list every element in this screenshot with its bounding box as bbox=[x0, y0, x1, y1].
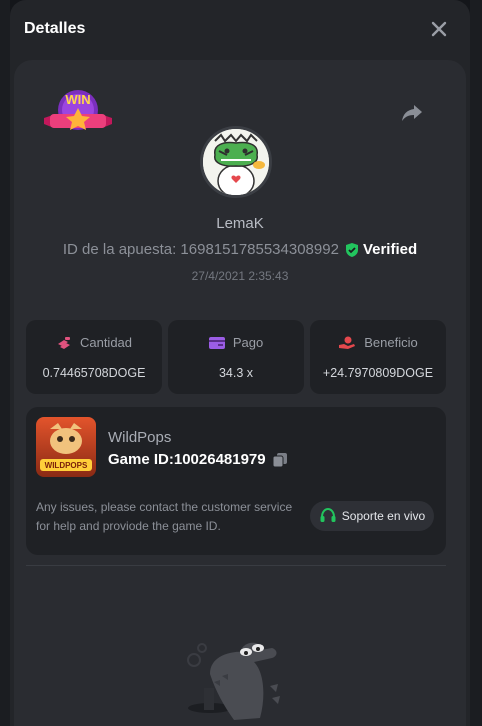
bet-id-row: ID de la apuesta: 1698151785534308992 Ve… bbox=[14, 241, 466, 258]
live-support-button[interactable]: Soporte en vivo bbox=[310, 501, 434, 531]
crocodile-mascot-icon bbox=[187, 642, 280, 720]
share-button[interactable] bbox=[400, 100, 424, 124]
game-id: Game ID:10026481979 bbox=[108, 451, 266, 468]
background-right-strip bbox=[470, 0, 482, 726]
details-modal: Detalles WIN LemaK ID de la apuesta: 169… bbox=[10, 0, 470, 726]
support-help-text: Any issues, please contact the customer … bbox=[36, 500, 293, 533]
game-thumbnail[interactable]: WILDPOPS bbox=[36, 417, 96, 477]
headset-icon bbox=[320, 507, 336, 522]
background-left-strip bbox=[0, 0, 10, 726]
support-label: Soporte en vivo bbox=[341, 509, 426, 523]
share-icon bbox=[402, 105, 422, 121]
wildpops-thumbnail-icon: WILDPOPS bbox=[36, 417, 96, 477]
stat-value: 0.74465708DOGE bbox=[42, 366, 146, 380]
game-id-row: Game ID:10026481979 bbox=[108, 451, 288, 468]
crocodile-avatar-icon bbox=[203, 129, 269, 195]
svg-text:WIN: WIN bbox=[65, 92, 90, 107]
username: LemaK bbox=[216, 215, 264, 232]
shield-check-icon bbox=[345, 242, 358, 257]
bet-details-panel: WIN LemaK ID de la apuesta: 169815178553… bbox=[14, 60, 466, 726]
stat-value: 34.3 x bbox=[218, 366, 254, 380]
stat-label: Pago bbox=[232, 335, 264, 350]
copy-icon[interactable] bbox=[272, 452, 288, 468]
svg-text:WILDPOPS: WILDPOPS bbox=[45, 461, 88, 470]
verified-label: Verified bbox=[362, 241, 418, 258]
stat-card-amount: Cantidad 0.74465708DOGE bbox=[26, 320, 162, 394]
hand-coin-icon bbox=[339, 336, 356, 349]
wallet-icon bbox=[208, 336, 225, 349]
game-card: WILDPOPS WildPops Game ID:10026481979 An… bbox=[26, 407, 446, 555]
stat-value: +24.7970809DOGE bbox=[322, 366, 434, 380]
stat-label: Cantidad bbox=[79, 335, 133, 350]
verified-badge: Verified bbox=[345, 241, 417, 258]
win-badge-icon: WIN bbox=[44, 90, 112, 130]
close-icon bbox=[431, 21, 447, 37]
stats-row: Cantidad 0.74465708DOGE Pago 34.3 x Bene… bbox=[26, 320, 446, 394]
modal-title: Detalles bbox=[24, 20, 86, 37]
modal-header: Detalles bbox=[10, 0, 470, 58]
stat-card-payout: Pago 34.3 x bbox=[168, 320, 304, 394]
divider bbox=[26, 565, 446, 566]
bet-timestamp: 27/4/2021 2:35:43 bbox=[191, 269, 289, 283]
avatar bbox=[200, 126, 272, 198]
stat-label: Beneficio bbox=[364, 335, 418, 350]
stat-card-profit: Beneficio +24.7970809DOGE bbox=[310, 320, 446, 394]
coins-icon bbox=[57, 336, 70, 349]
close-button[interactable] bbox=[426, 16, 452, 42]
game-name: WildPops bbox=[108, 429, 172, 446]
bet-id: ID de la apuesta: 1698151785534308992 bbox=[62, 241, 339, 258]
